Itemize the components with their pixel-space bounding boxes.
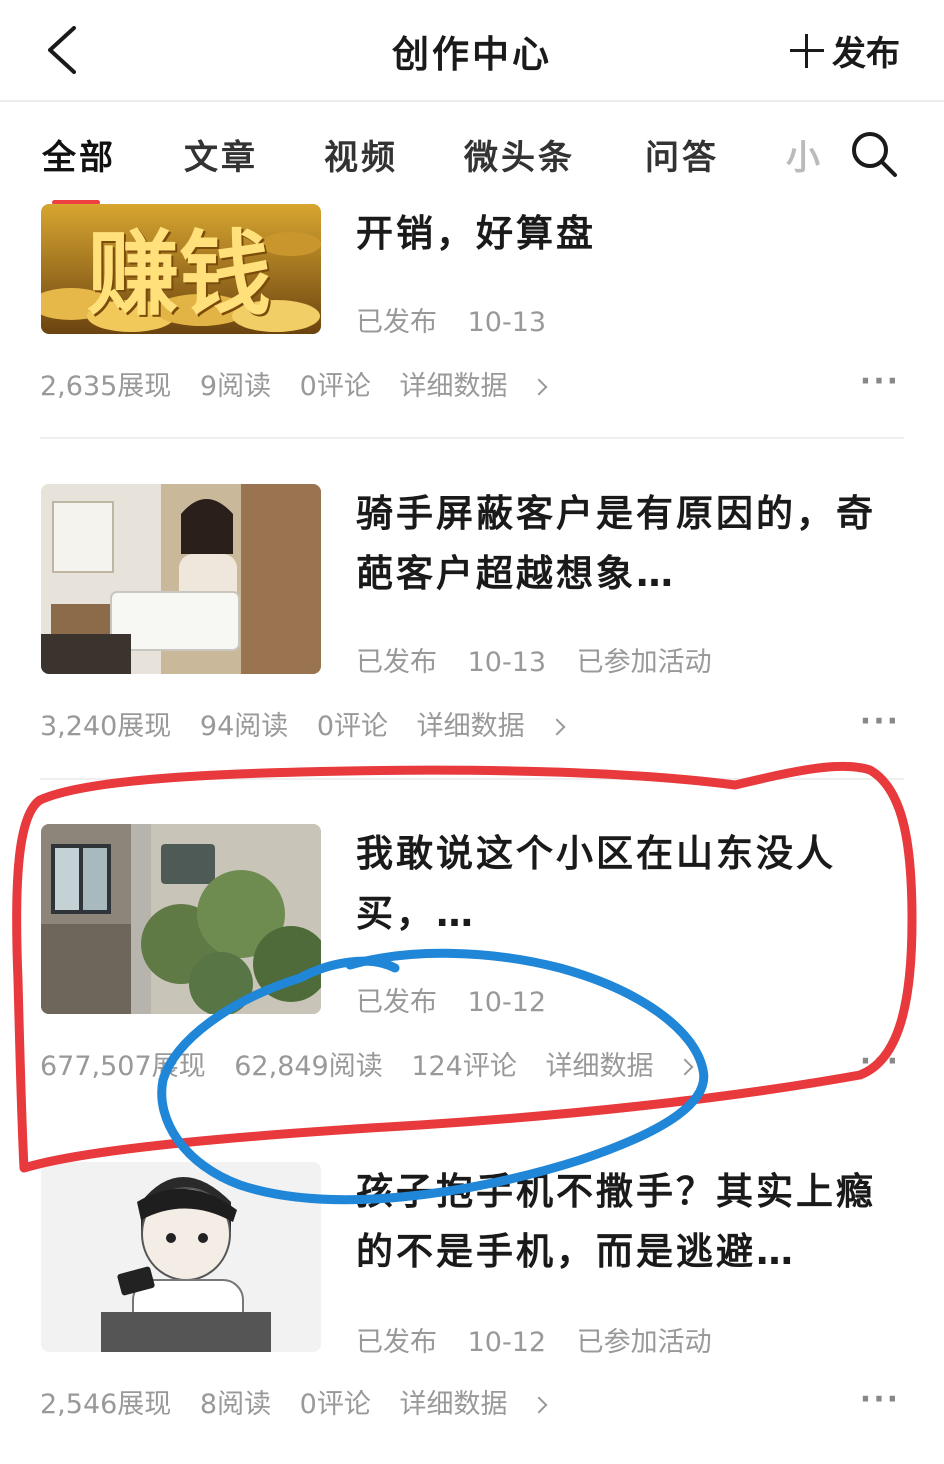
activity-badge: 已参加活动 — [576, 647, 712, 678]
publish-date: 10-13 — [467, 307, 547, 338]
item-meta: 已发布 10-13 — [356, 300, 568, 339]
tab-micro-headlines[interactable]: 微头条 — [464, 130, 575, 179]
stat-views: 677,507展现 — [40, 1051, 206, 1082]
publish-date: 10-13 — [467, 647, 547, 678]
chevron-right-icon — [530, 1396, 548, 1414]
thumbnail-child-phone — [41, 1162, 321, 1352]
more-dots-icon[interactable]: ··· — [860, 1044, 900, 1079]
status-badge: 已发布 — [356, 307, 437, 338]
stat-comments: 124评论 — [411, 1051, 517, 1082]
more-dots-icon[interactable]: ··· — [860, 704, 900, 739]
item-stats: 2,635展现 9阅读 0评论 详细数据 — [40, 364, 565, 403]
publish-button[interactable]: 发布 — [790, 26, 900, 75]
status-badge: 已发布 — [356, 987, 437, 1018]
chevron-right-icon — [676, 1058, 694, 1076]
thumbnail-coins: 赚钱 — [41, 204, 321, 334]
tab-all[interactable]: 全部 — [42, 130, 116, 179]
thumbnail-building — [41, 824, 321, 1014]
item-title[interactable]: 孩子抱手机不撒手？其实上瘾的不是手机，而是逃避… — [356, 1162, 876, 1282]
activity-badge: 已参加活动 — [576, 1327, 712, 1358]
chevron-right-icon — [548, 718, 566, 736]
item-title[interactable]: 我敢说这个小区在山东没人买，… — [356, 824, 876, 944]
thumbnail-caption: 赚钱 — [87, 220, 272, 328]
tab-articles[interactable]: 文章 — [184, 130, 258, 179]
stat-reads: 94阅读 — [199, 711, 289, 742]
item-stats: 677,507展现 62,849阅读 124评论 详细数据 — [40, 1044, 711, 1083]
item-title[interactable]: 骑手屏蔽客户是有原因的，奇葩客户超越想象… — [356, 484, 876, 604]
plus-icon — [790, 33, 824, 68]
more-dots-icon[interactable]: ··· — [860, 1382, 900, 1417]
chevron-right-icon — [530, 378, 548, 396]
item-meta: 已发布 10-12 — [356, 980, 568, 1019]
tab-videos[interactable]: 视频 — [324, 130, 398, 179]
status-badge: 已发布 — [356, 647, 437, 678]
search-icon[interactable] — [848, 128, 900, 180]
stat-reads: 62,849阅读 — [234, 1051, 383, 1082]
top-bar: 创作中心 发布 — [0, 0, 944, 100]
stat-comments: 0评论 — [299, 371, 371, 402]
stat-views: 2,546展现 — [40, 1389, 172, 1420]
detail-data-link[interactable]: 详细数据 — [545, 1051, 694, 1082]
item-stats: 2,546展现 8阅读 0评论 详细数据 — [40, 1382, 565, 1421]
item-stats: 3,240展现 94阅读 0评论 详细数据 — [40, 704, 583, 743]
tab-more-partial[interactable]: 小 — [786, 130, 820, 179]
stat-comments: 0评论 — [316, 711, 389, 742]
more-dots-icon[interactable]: ··· — [860, 364, 900, 399]
stat-reads: 8阅读 — [199, 1389, 272, 1420]
tab-bar: 全部 文章 视频 微头条 问答 小 — [0, 102, 944, 204]
publish-date: 10-12 — [467, 1327, 547, 1358]
tab-qa[interactable]: 问答 — [645, 130, 719, 179]
stat-views: 2,635展现 — [40, 371, 172, 402]
item-title[interactable]: 开销，好算盘 — [356, 204, 876, 264]
stat-views: 3,240展现 — [40, 711, 172, 742]
stat-reads: 9阅读 — [199, 371, 272, 402]
item-meta: 已发布 10-13 已参加活动 — [356, 640, 734, 679]
publish-label: 发布 — [832, 34, 900, 74]
stat-comments: 0评论 — [299, 1389, 371, 1420]
detail-data-link[interactable]: 详细数据 — [417, 711, 566, 742]
status-badge: 已发布 — [356, 1327, 437, 1358]
detail-data-link[interactable]: 详细数据 — [399, 1389, 548, 1420]
divider — [40, 778, 904, 780]
item-meta: 已发布 10-12 已参加活动 — [356, 1320, 734, 1359]
thumbnail-delivery — [41, 484, 321, 674]
divider — [40, 437, 904, 439]
publish-date: 10-12 — [467, 987, 547, 1018]
detail-data-link[interactable]: 详细数据 — [399, 371, 548, 402]
